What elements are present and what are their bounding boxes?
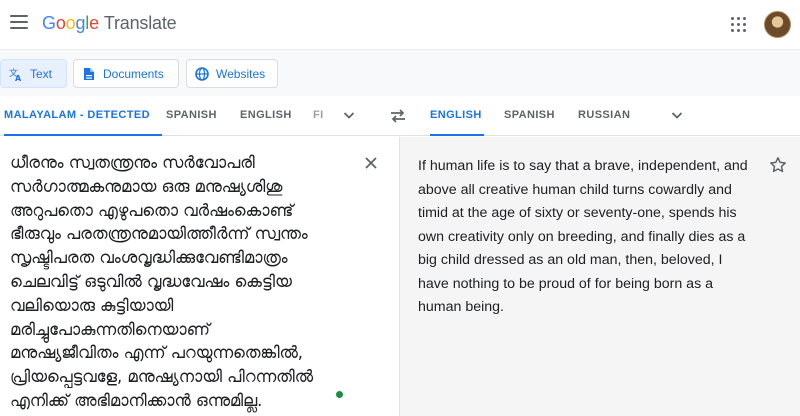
apps-grid-icon[interactable] (731, 17, 746, 32)
websites-mode-button[interactable]: Websites (186, 59, 278, 88)
translation-line: have nothing to be proud of for being bo… (418, 275, 714, 292)
swap-languages-icon[interactable] (389, 107, 407, 125)
logo-letter: o (55, 13, 66, 33)
translation-output: If human life is to say that a brave, in… (418, 155, 763, 320)
translation-line: above all creative human child turns cow… (418, 181, 732, 198)
hamburger-menu-icon[interactable] (10, 15, 28, 29)
translation-line: human being. (418, 299, 504, 315)
svg-text:A: A (15, 74, 22, 81)
source-line: പ്രിയപ്പെട്ടവളേ, മനുഷ്യനായി പിറന്നതിൽ (10, 367, 313, 387)
source-line: മനുഷ്യജീവിതം എന്ന് പറയുന്നതെങ്കിൽ, (10, 343, 304, 363)
top-bar: Google Translate (0, 0, 800, 50)
source-language-dropdown-icon[interactable] (343, 109, 355, 121)
source-language-tab[interactable]: FI (313, 96, 329, 136)
logo-letter: G (42, 13, 56, 33)
source-line: മരിച്ചുപോകുന്നതിനെയാണ് (10, 319, 210, 339)
documents-mode-label: Documents (103, 66, 164, 81)
logo-letter: g (75, 13, 86, 33)
star-outline-icon[interactable] (769, 156, 787, 174)
target-language-tab[interactable]: ENGLISH (430, 96, 484, 136)
target-language-tab[interactable]: RUSSIAN (578, 96, 630, 136)
source-line: എനിക്ക് അഭിമാനിക്കാൻ ഒന്നുമില്ല. (10, 390, 263, 410)
translation-line: timid at the age of sixty or seventy-one… (418, 205, 737, 221)
source-language-tab[interactable]: ENGLISH (240, 96, 292, 136)
user-avatar[interactable] (764, 11, 791, 38)
source-line: സർഗാത്മകനുമായ ഒരു മനുഷ്യശിശു (10, 176, 283, 196)
target-language-dropdown-icon[interactable] (671, 109, 683, 121)
translation-panel: If human life is to say that a brave, in… (399, 137, 800, 416)
document-icon (82, 67, 96, 81)
text-mode-label: Text (30, 66, 53, 81)
source-line: സൃഷ്ടിപരത വംശവൃദ്ധിക്കുവേണ്ടിമാത്രം (10, 248, 288, 268)
target-language-tab[interactable]: SPANISH (504, 96, 555, 136)
close-icon[interactable] (363, 155, 379, 171)
status-dot (336, 391, 343, 398)
source-text-input[interactable]: ധീരനും സ്വതന്ത്രനും സർവോപരി സർഗാത്മകനുമാ… (10, 151, 355, 413)
logo-letter: e (89, 13, 99, 33)
globe-icon (195, 66, 209, 81)
source-text-panel[interactable]: ധീരനും സ്വതന്ത്രനും സർവോപരി സർഗാത്മകനുമാ… (0, 137, 399, 416)
source-line: ചെലവിട്ട് ഒടുവിൽ വൃദ്ധവേഷം കെട്ടിയ (10, 271, 292, 291)
source-language-tab[interactable]: MALAYALAM - DETECTED (4, 96, 162, 136)
language-bar: MALAYALAM - DETECTED SPANISH ENGLISH FI … (0, 96, 800, 136)
translate-icon: 文A (9, 67, 23, 81)
websites-mode-label: Websites (216, 66, 266, 81)
translation-line: If human life is to say that a brave, in… (418, 158, 748, 174)
documents-mode-button[interactable]: Documents (73, 59, 179, 88)
logo-suffix: Translate (103, 13, 177, 33)
translation-line: big child dressed as an old man, then, b… (418, 252, 723, 268)
source-language-tab[interactable]: SPANISH (166, 96, 217, 136)
source-line: വലിയൊരു കുട്ടിയായി (10, 295, 174, 315)
translation-line: own creativity only on breeding, and fin… (418, 228, 746, 245)
google-translate-logo[interactable]: Google Translate (42, 13, 177, 34)
source-line: ധീരനും സ്വതന്ത്രനും സർവോപരി (10, 153, 255, 172)
logo-letter: o (65, 13, 76, 33)
source-line: ഭീരുവും പരതന്ത്രനുമായിത്തീർന്ന് സ്വന്തം (10, 224, 308, 244)
text-mode-button[interactable]: 文A Text (0, 59, 67, 88)
mode-toolbar: 文A Text Documents Websites (0, 50, 800, 96)
source-line: അറുപതൊ എഴുപതൊ വർഷംകൊണ്ട് (10, 200, 294, 220)
